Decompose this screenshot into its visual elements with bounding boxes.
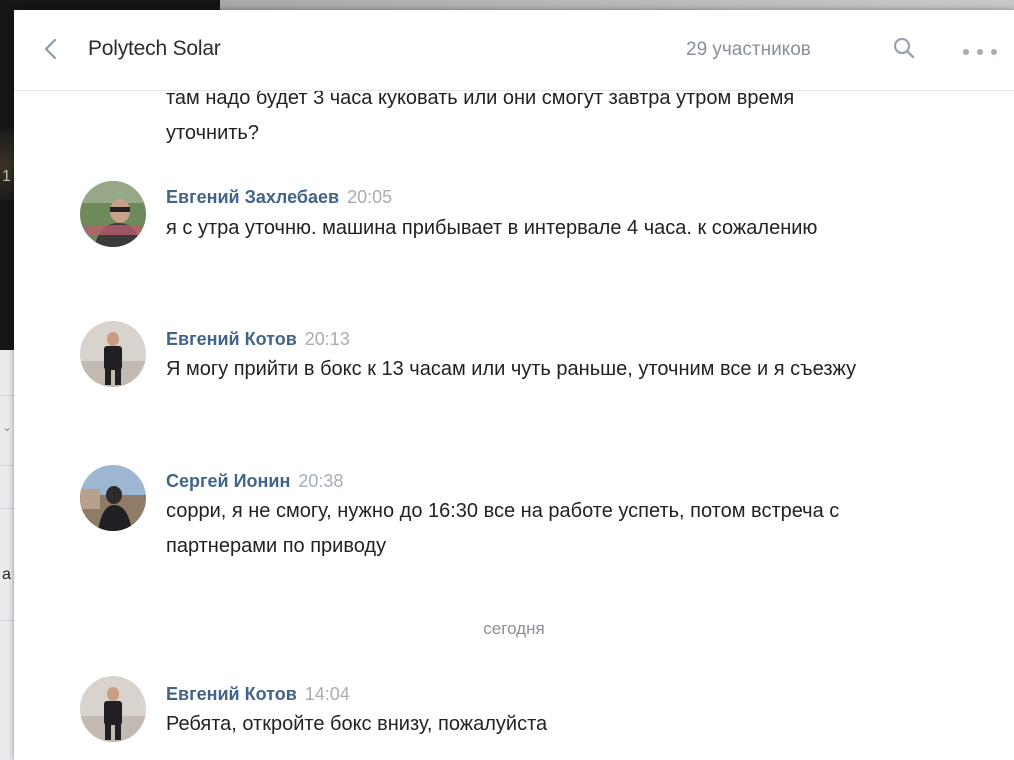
background-fragment: 1 <box>2 168 11 185</box>
chat-window: Polytech Solar 29 участников там надо бу… <box>14 10 1014 760</box>
message-header: Евгений Котов 20:13 <box>166 329 350 350</box>
message-time[interactable]: 20:13 <box>305 329 350 349</box>
message-header: Евгений Котов 14:04 <box>166 684 350 705</box>
author-name[interactable]: Евгений Котов <box>166 329 297 349</box>
message-text: я с утра уточню. машина прибывает в инте… <box>166 217 818 239</box>
message-text: там надо будет 3 часа куковать или они с… <box>166 91 795 144</box>
author-name[interactable]: Евгений Котов <box>166 684 297 704</box>
message-time[interactable]: 20:38 <box>298 471 343 491</box>
message-header: Сергей Ионин 20:38 <box>166 471 343 492</box>
avatar[interactable] <box>80 465 146 531</box>
message-text: Ребята, откройте бокс внизу, пожалуйста <box>166 713 548 735</box>
message-text: Я могу прийти в бокс к 13 часам или чуть… <box>166 358 857 380</box>
message-time[interactable]: 20:05 <box>347 187 392 207</box>
avatar[interactable] <box>80 181 146 247</box>
chevron-left-icon[interactable] <box>42 38 60 60</box>
message-header: Евгений Захлебаев 20:05 <box>166 187 392 208</box>
chat-title[interactable]: Polytech Solar <box>88 37 221 61</box>
author-name[interactable]: Евгений Захлебаев <box>166 187 339 207</box>
chat-header: Polytech Solar 29 участников <box>14 10 1014 91</box>
avatar[interactable] <box>80 676 146 742</box>
members-count-link[interactable]: 29 участников <box>686 39 811 61</box>
message-text: сорри, я не смогу, нужно до 16:30 все на… <box>166 500 840 557</box>
date-separator: сегодня <box>483 619 545 638</box>
search-icon[interactable] <box>892 36 916 60</box>
avatar[interactable] <box>80 321 146 387</box>
chevron-down-icon: ⌄ <box>2 420 13 434</box>
message-time[interactable]: 14:04 <box>305 684 350 704</box>
message-history[interactable]: там надо будет 3 часа куковать или они с… <box>14 91 1014 760</box>
background-fragment: а <box>2 566 11 583</box>
author-name[interactable]: Сергей Ионин <box>166 471 290 491</box>
more-dots-icon[interactable] <box>960 44 1002 55</box>
